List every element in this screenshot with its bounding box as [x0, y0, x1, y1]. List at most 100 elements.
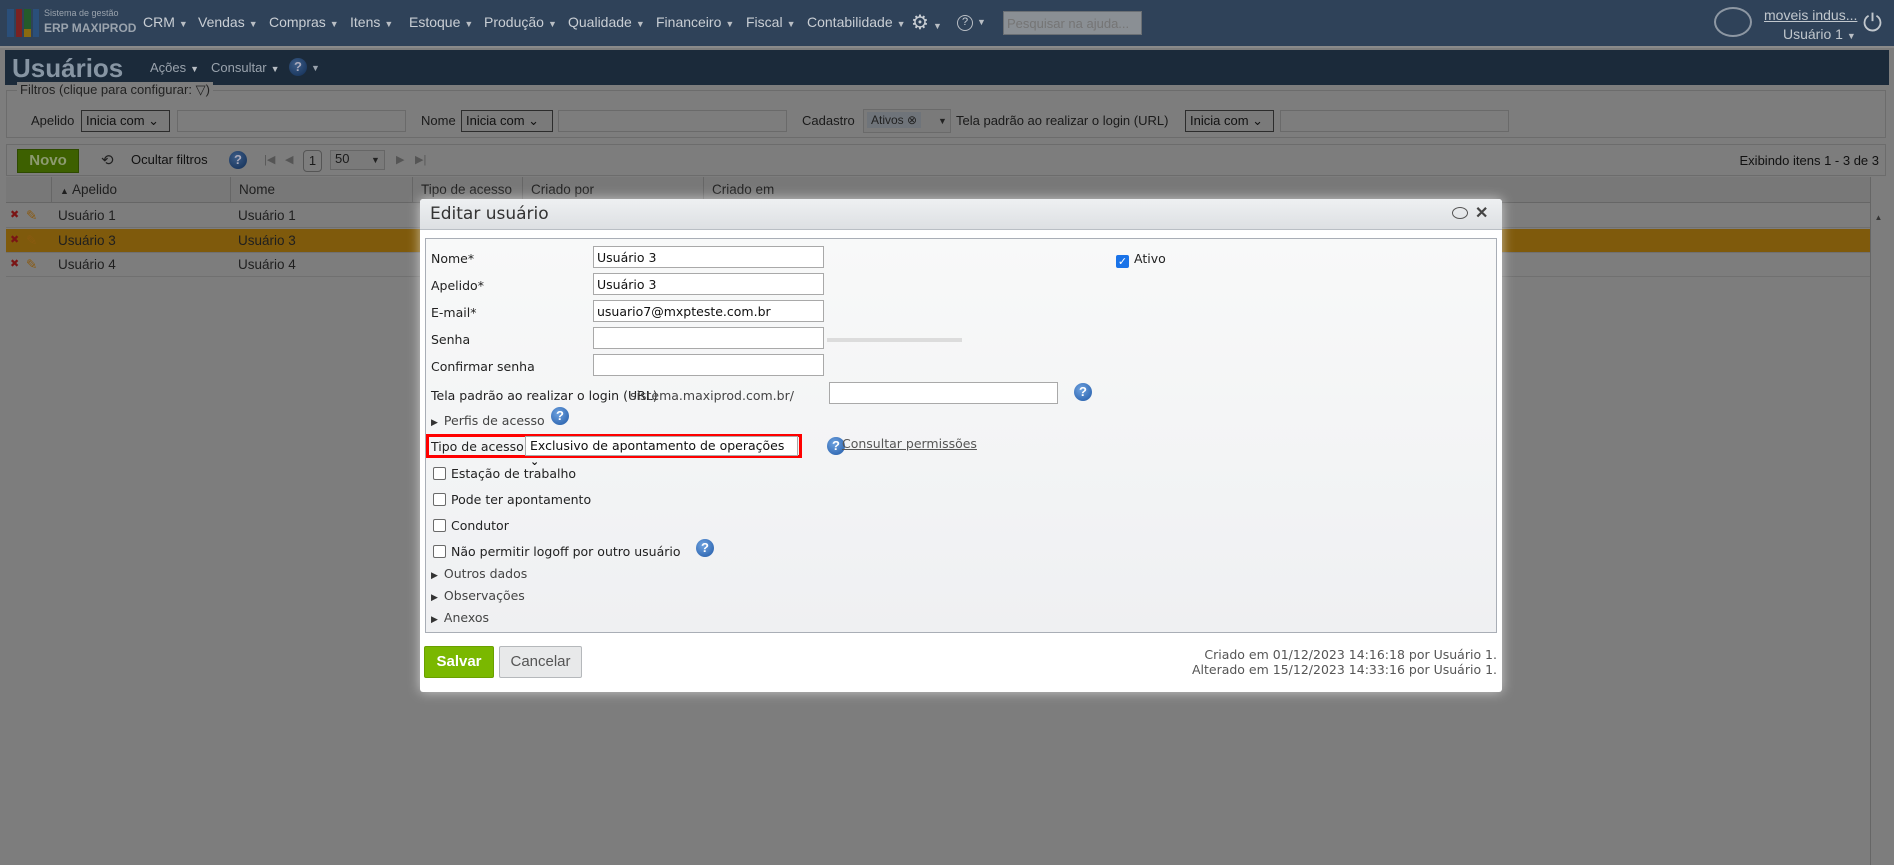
senha-input[interactable]	[593, 327, 824, 349]
page-header: Usuários Ações ▼ Consultar ▼ ? ▼	[5, 50, 1889, 85]
condutor-checkbox[interactable]: Condutor	[433, 518, 509, 533]
page-help-icon[interactable]: ? ▼	[289, 58, 320, 76]
col-apelido[interactable]: ▲ Apelido	[51, 177, 230, 202]
nav-producao[interactable]: Produção ▼	[484, 14, 557, 30]
edit-icon[interactable]: ✎	[26, 208, 37, 224]
nome-filter-label: Nome	[421, 113, 456, 128]
page-title: Usuários	[12, 53, 124, 83]
filters-panel: Filtros (clique para configurar: ▽) Apel…	[6, 82, 1886, 138]
cell-apelido: Usuário 4	[58, 257, 116, 272]
filter-icon: ▽	[195, 82, 206, 97]
nav-crm[interactable]: CRM ▼	[143, 14, 188, 30]
close-icon[interactable]: ✕	[1475, 203, 1488, 223]
new-button[interactable]: Novo	[17, 149, 79, 173]
last-page-icon[interactable]: ▶|	[415, 153, 426, 166]
refresh-icon[interactable]: ⟲	[101, 151, 114, 169]
nav-estoque[interactable]: Estoque ▼	[409, 14, 473, 30]
company-link[interactable]: moveis indus...	[1764, 7, 1857, 23]
help-menu-icon[interactable]: ? ▼	[957, 12, 986, 31]
edit-icon[interactable]: ✎	[26, 257, 37, 273]
cell-nome: Usuário 3	[238, 233, 296, 248]
perfis-help-icon[interactable]: ?	[551, 407, 569, 425]
email-label: E-mail*	[431, 305, 477, 320]
password-strength-bar	[827, 338, 962, 342]
url-label: Tela padrão ao realizar o login (URL)	[431, 388, 658, 403]
nav-financeiro[interactable]: Financeiro ▼	[656, 14, 734, 30]
nome-input[interactable]: Usuário 3	[593, 246, 824, 268]
apelido-filter-operator[interactable]: Inicia com ⌄	[81, 110, 170, 132]
tipo-acesso-select[interactable]: Exclusivo de apontamento de operações ⌄	[525, 436, 798, 468]
url-help-icon[interactable]: ?	[1074, 383, 1092, 401]
grid-scrollbar[interactable]: ▲	[1870, 177, 1886, 865]
user-menu[interactable]: Usuário 1 ▼	[1783, 26, 1856, 42]
url-filter-input[interactable]	[1280, 110, 1509, 132]
hide-filters-button[interactable]: Ocultar filtros	[131, 152, 208, 167]
gear-icon[interactable]: ⚙ ▼	[911, 10, 942, 35]
edit-icon[interactable]: ✎	[26, 233, 37, 249]
perfis-toggle[interactable]: ▶ Perfis de acesso	[431, 413, 545, 428]
nav-vendas[interactable]: Vendas ▼	[198, 14, 258, 30]
next-page-icon[interactable]: ▶	[396, 153, 404, 166]
chat-icon[interactable]	[1714, 7, 1752, 37]
grid-toolbar: Novo ⟲ Ocultar filtros ? |◀ ◀ 1 50 ▼ ▶ ▶|…	[6, 144, 1886, 176]
apelido-filter-input[interactable]	[177, 110, 406, 132]
apelido-label: Apelido*	[431, 278, 484, 293]
page-size-select[interactable]: 50 ▼	[330, 150, 385, 170]
nome-filter-input[interactable]	[558, 110, 787, 132]
page-number[interactable]: 1	[303, 150, 322, 172]
cell-nome: Usuário 4	[238, 257, 296, 272]
estacao-checkbox[interactable]: Estação de trabalho	[433, 466, 576, 481]
nav-qualidade[interactable]: Qualidade ▼	[568, 14, 645, 30]
brand-line2: ERP MAXIPROD	[44, 21, 137, 35]
actions-menu[interactable]: Ações ▼	[150, 60, 199, 75]
cell-apelido: Usuário 3	[58, 233, 116, 248]
url-filter-operator[interactable]: Inicia com ⌄	[1185, 110, 1274, 132]
edit-user-dialog: Editar usuário ✕ Nome* Usuário 3 Apelido…	[420, 199, 1502, 692]
consult-menu[interactable]: Consultar ▼	[211, 60, 280, 75]
delete-icon[interactable]: ✖	[10, 257, 19, 270]
cancel-button[interactable]: Cancelar	[499, 646, 582, 678]
delete-icon[interactable]: ✖	[10, 233, 19, 246]
comment-icon[interactable]	[1452, 207, 1468, 219]
consultar-permissoes-link[interactable]: Consultar permissões	[842, 436, 977, 451]
apelido-filter-label: Apelido	[31, 113, 75, 128]
cadastro-filter[interactable]: Ativos ⊗ ▼	[863, 109, 951, 133]
observacoes-toggle[interactable]: ▶ Observações	[431, 588, 525, 603]
created-info: Criado em 01/12/2023 14:16:18 por Usuári…	[1204, 647, 1497, 662]
url-filter-label: Tela padrão ao realizar o login (URL)	[956, 113, 1169, 128]
filters-legend[interactable]: Filtros (clique para configurar: ▽)	[17, 82, 213, 98]
nav-contabilidade[interactable]: Contabilidade ▼	[807, 14, 906, 30]
anexos-toggle[interactable]: ▶ Anexos	[431, 610, 489, 625]
confirm-senha-label: Confirmar senha	[431, 359, 535, 374]
url-input[interactable]	[829, 382, 1058, 404]
logo-icon[interactable]	[7, 9, 39, 37]
nome-label: Nome*	[431, 251, 475, 266]
save-button[interactable]: Salvar	[424, 646, 494, 678]
logoff-checkbox[interactable]: Não permitir logoff por outro usuário	[433, 544, 681, 559]
prev-page-icon[interactable]: ◀	[285, 153, 293, 166]
help-search-input[interactable]	[1003, 11, 1142, 35]
grid-help-icon[interactable]: ?	[229, 151, 247, 169]
nav-compras[interactable]: Compras ▼	[269, 14, 339, 30]
tipo-acesso-label: Tipo de acesso	[431, 439, 524, 454]
cadastro-filter-label: Cadastro	[802, 113, 855, 128]
dialog-titlebar: Editar usuário ✕	[420, 199, 1502, 230]
delete-icon[interactable]: ✖	[10, 208, 19, 221]
url-prefix: sistema.maxiprod.com.br/	[630, 388, 794, 403]
ativos-chip[interactable]: Ativos ⊗	[867, 112, 922, 128]
apelido-input[interactable]: Usuário 3	[593, 273, 824, 295]
outros-dados-toggle[interactable]: ▶ Outros dados	[431, 566, 527, 581]
confirm-senha-input[interactable]	[593, 354, 824, 376]
power-icon[interactable]: ⏻	[1863, 10, 1882, 38]
col-nome[interactable]: Nome	[230, 177, 412, 202]
apontamento-checkbox[interactable]: Pode ter apontamento	[433, 492, 591, 507]
nav-itens[interactable]: Itens ▼	[350, 14, 393, 30]
logoff-help-icon[interactable]: ?	[696, 539, 714, 557]
nav-fiscal[interactable]: Fiscal ▼	[746, 14, 795, 30]
first-page-icon[interactable]: |◀	[264, 153, 275, 166]
top-navigation: Sistema de gestão ERP MAXIPROD CRM ▼ Vend…	[0, 0, 1894, 48]
ativo-checkbox[interactable]: ✓ Ativo	[1116, 251, 1166, 268]
email-input[interactable]: usuario7@mxpteste.com.br	[593, 300, 824, 322]
senha-label: Senha	[431, 332, 471, 347]
nome-filter-operator[interactable]: Inicia com ⌄	[461, 110, 553, 132]
